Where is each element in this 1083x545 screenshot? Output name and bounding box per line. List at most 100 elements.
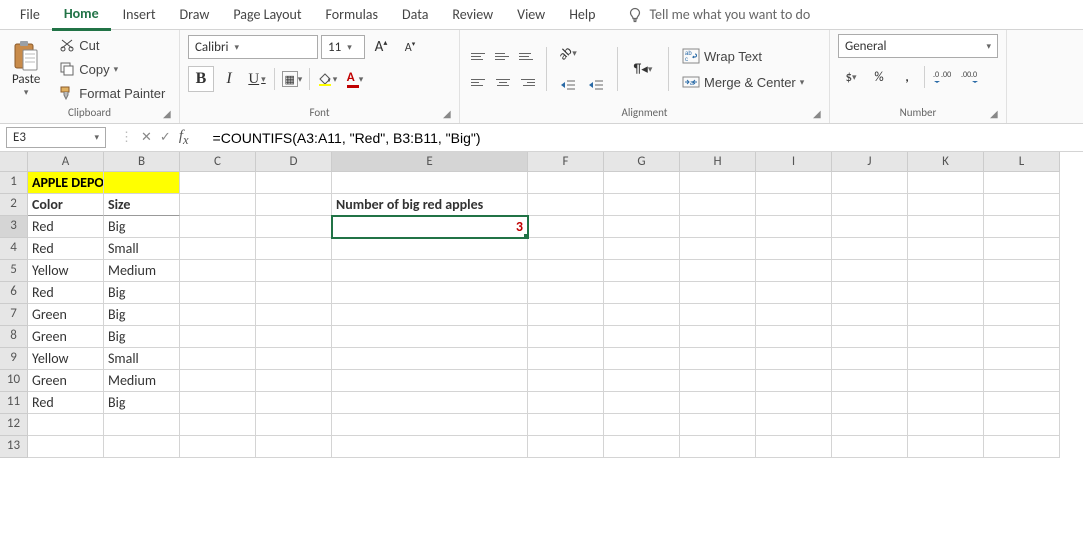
cell-G8[interactable] xyxy=(604,326,680,348)
cell-C12[interactable] xyxy=(180,414,256,436)
cell-G4[interactable] xyxy=(604,238,680,260)
cell-F9[interactable] xyxy=(528,348,604,370)
cell-D6[interactable] xyxy=(256,282,332,304)
cell-J5[interactable] xyxy=(832,260,908,282)
row-header[interactable]: 5 xyxy=(0,260,28,282)
cell-E8[interactable] xyxy=(332,326,528,348)
cell-G3[interactable] xyxy=(604,216,680,238)
cell-F11[interactable] xyxy=(528,392,604,414)
cell-E13[interactable] xyxy=(332,436,528,458)
cell-K10[interactable] xyxy=(908,370,984,392)
paste-button[interactable]: Paste ▾ xyxy=(8,38,44,100)
cell-J2[interactable] xyxy=(832,194,908,216)
cell-F12[interactable] xyxy=(528,414,604,436)
cell-L1[interactable] xyxy=(984,172,1060,194)
cell-D11[interactable] xyxy=(256,392,332,414)
cell-L8[interactable] xyxy=(984,326,1060,348)
font-name-combo[interactable]: Calibri▾ xyxy=(188,35,318,59)
cell-D7[interactable] xyxy=(256,304,332,326)
column-header[interactable]: H xyxy=(680,152,756,172)
cell-B12[interactable] xyxy=(104,414,180,436)
tab-draw[interactable]: Draw xyxy=(168,0,222,29)
cancel-formula-button[interactable]: ✕ xyxy=(141,130,152,145)
cell-A6[interactable]: Red xyxy=(28,282,104,304)
cell-H11[interactable] xyxy=(680,392,756,414)
cell-F6[interactable] xyxy=(528,282,604,304)
increase-indent-button[interactable] xyxy=(583,72,609,98)
cell-B6[interactable]: Big xyxy=(104,282,180,304)
cell-K7[interactable] xyxy=(908,304,984,326)
cell-G9[interactable] xyxy=(604,348,680,370)
cell-K4[interactable] xyxy=(908,238,984,260)
cell-D3[interactable] xyxy=(256,216,332,238)
cell-D5[interactable] xyxy=(256,260,332,282)
cell-K11[interactable] xyxy=(908,392,984,414)
cell-L11[interactable] xyxy=(984,392,1060,414)
cell-D10[interactable] xyxy=(256,370,332,392)
align-bottom-button[interactable] xyxy=(516,46,538,66)
row-header[interactable]: 1 xyxy=(0,172,28,194)
cell-J8[interactable] xyxy=(832,326,908,348)
column-header[interactable]: A xyxy=(28,152,104,172)
tab-review[interactable]: Review xyxy=(440,0,505,29)
merge-center-button[interactable]: a Merge & Center ▾ xyxy=(677,71,809,93)
tell-me-search[interactable]: Tell me what you want to do xyxy=(627,6,810,23)
cell-G5[interactable] xyxy=(604,260,680,282)
cell-H13[interactable] xyxy=(680,436,756,458)
column-header[interactable]: J xyxy=(832,152,908,172)
row-header[interactable]: 8 xyxy=(0,326,28,348)
align-center-button[interactable] xyxy=(492,72,514,92)
cell-B7[interactable]: Big xyxy=(104,304,180,326)
cell-L4[interactable] xyxy=(984,238,1060,260)
increase-decimal-button[interactable]: .0.00 xyxy=(929,64,955,90)
cell-B8[interactable]: Big xyxy=(104,326,180,348)
font-size-combo[interactable]: 11▾ xyxy=(321,35,365,59)
cell-I1[interactable] xyxy=(756,172,832,194)
cell-E11[interactable] xyxy=(332,392,528,414)
cell-A10[interactable]: Green xyxy=(28,370,104,392)
cell-F10[interactable] xyxy=(528,370,604,392)
cell-J9[interactable] xyxy=(832,348,908,370)
cell-A2[interactable]: Color xyxy=(28,194,104,216)
cell-C13[interactable] xyxy=(180,436,256,458)
cell-K5[interactable] xyxy=(908,260,984,282)
increase-font-button[interactable]: A▴ xyxy=(368,34,394,60)
column-header[interactable]: K xyxy=(908,152,984,172)
cell-F1[interactable] xyxy=(528,172,604,194)
cell-I11[interactable] xyxy=(756,392,832,414)
cell-E9[interactable] xyxy=(332,348,528,370)
cell-F13[interactable] xyxy=(528,436,604,458)
cell-J11[interactable] xyxy=(832,392,908,414)
comma-button[interactable]: , xyxy=(894,64,920,90)
cell-L6[interactable] xyxy=(984,282,1060,304)
cell-E12[interactable] xyxy=(332,414,528,436)
orientation-button[interactable]: ab▾ xyxy=(555,40,581,66)
cell-K3[interactable] xyxy=(908,216,984,238)
cut-button[interactable]: Cut xyxy=(54,34,170,56)
cell-D2[interactable] xyxy=(256,194,332,216)
cell-H6[interactable] xyxy=(680,282,756,304)
cell-K2[interactable] xyxy=(908,194,984,216)
column-header[interactable]: B xyxy=(104,152,180,172)
borders-button[interactable]: ▦▾ xyxy=(279,66,305,92)
cell-A11[interactable]: Red xyxy=(28,392,104,414)
row-header[interactable]: 2 xyxy=(0,194,28,216)
align-top-button[interactable] xyxy=(468,46,490,66)
cell-B2[interactable]: Size xyxy=(104,194,180,216)
cell-I7[interactable] xyxy=(756,304,832,326)
row-header[interactable]: 6 xyxy=(0,282,28,304)
cell-E1[interactable] xyxy=(332,172,528,194)
tab-home[interactable]: Home xyxy=(52,0,111,31)
cell-F3[interactable] xyxy=(528,216,604,238)
cell-F7[interactable] xyxy=(528,304,604,326)
cell-E5[interactable] xyxy=(332,260,528,282)
cell-B9[interactable]: Small xyxy=(104,348,180,370)
cell-D8[interactable] xyxy=(256,326,332,348)
cell-K6[interactable] xyxy=(908,282,984,304)
cell-I6[interactable] xyxy=(756,282,832,304)
cell-E10[interactable] xyxy=(332,370,528,392)
cell-L9[interactable] xyxy=(984,348,1060,370)
cell-K8[interactable] xyxy=(908,326,984,348)
cell-L12[interactable] xyxy=(984,414,1060,436)
cell-G12[interactable] xyxy=(604,414,680,436)
